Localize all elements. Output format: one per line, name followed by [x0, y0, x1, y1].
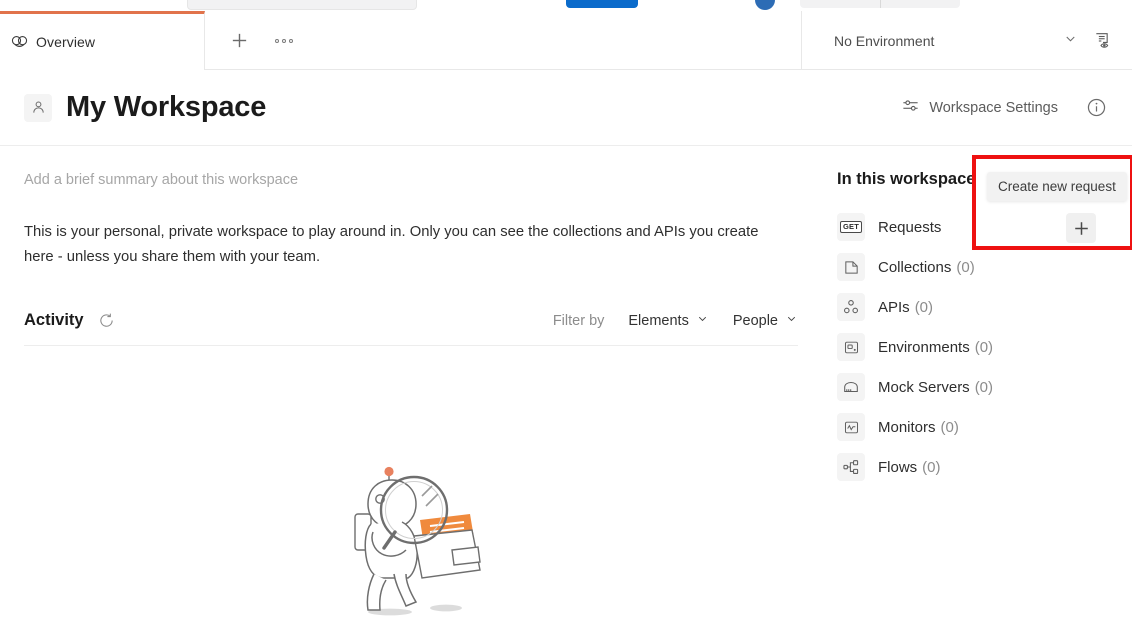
- sidebar-item-mock-servers[interactable]: Mock Servers (0): [835, 367, 1132, 407]
- sidebar-item-flows[interactable]: Flows (0): [835, 447, 1132, 487]
- sidebar-item-label: APIs: [878, 299, 910, 316]
- filter-by-label: Filter by: [553, 313, 605, 329]
- flows-nodes-icon: [837, 453, 865, 481]
- sidebar-item-count: (0): [915, 299, 933, 316]
- refresh-icon[interactable]: [97, 311, 117, 331]
- sidebar-item-environments[interactable]: Environments (0): [835, 327, 1132, 367]
- chevron-down-icon: [1063, 31, 1078, 51]
- create-new-request-button[interactable]: [1066, 213, 1096, 243]
- new-tab-button[interactable]: [224, 26, 254, 56]
- global-search-box[interactable]: [187, 0, 417, 10]
- main-content: Add a brief summary about this workspace…: [0, 146, 1132, 627]
- sidebar-item-count: (0): [975, 379, 993, 396]
- environment-selector[interactable]: No Environment: [828, 27, 1084, 55]
- upgrade-button[interactable]: [566, 0, 638, 8]
- ellipsis-icon: [275, 39, 293, 43]
- tab-actions: [206, 11, 802, 70]
- app-top-bar-cropped: [0, 0, 1132, 11]
- filter-people-label: People: [733, 313, 778, 329]
- sidebar-item-count: (0): [922, 459, 940, 476]
- astronaut-with-magnifying-glass-illustration: [348, 462, 500, 622]
- filter-elements-label: Elements: [628, 313, 688, 329]
- workspace-settings-label: Workspace Settings: [929, 100, 1058, 116]
- mock-server-icon: [837, 373, 865, 401]
- top-bar-divider: [880, 0, 881, 8]
- filter-elements-dropdown[interactable]: Elements: [628, 312, 708, 329]
- chevron-down-icon: [696, 312, 709, 329]
- page-title: My Workspace: [66, 91, 266, 124]
- monitor-pulse-icon: [837, 413, 865, 441]
- tab-bar: Overview No Environment: [0, 11, 1132, 70]
- person-icon: [24, 94, 52, 122]
- environment-icon: [837, 333, 865, 361]
- plus-icon: [1072, 219, 1091, 238]
- environment-selected-label: No Environment: [834, 33, 934, 49]
- tab-more-options-button[interactable]: [269, 26, 299, 56]
- sidebar-item-label: Monitors: [878, 419, 936, 436]
- workspace-header-actions: Workspace Settings: [895, 92, 1108, 123]
- get-method-icon: GET: [837, 213, 865, 241]
- environment-quick-look-icon[interactable]: [1090, 28, 1116, 54]
- sliders-icon: [901, 96, 920, 119]
- sidebar-item-label: Requests: [878, 219, 941, 236]
- filter-people-dropdown[interactable]: People: [733, 312, 798, 329]
- workspace-settings-button[interactable]: Workspace Settings: [895, 92, 1064, 123]
- sidebar-item-monitors[interactable]: Monitors (0): [835, 407, 1132, 447]
- workspace-description: This is your personal, private workspace…: [24, 220, 776, 271]
- overview-panel: Add a brief summary about this workspace…: [0, 146, 823, 627]
- sidebar-item-label: Collections: [878, 259, 951, 276]
- create-new-request-tooltip: Create new request: [987, 172, 1127, 201]
- sidebar-item-count: (0): [941, 419, 959, 436]
- collection-folder-icon: [837, 253, 865, 281]
- environment-area: No Environment: [803, 11, 1132, 70]
- activity-header: Activity Filter by Elements: [24, 311, 798, 346]
- info-circle-icon[interactable]: [1084, 96, 1108, 120]
- postman-overview-icon: [8, 31, 30, 53]
- sidebar-item-count: (0): [956, 259, 974, 276]
- workspace-summary-input[interactable]: Add a brief summary about this workspace: [24, 172, 799, 188]
- sidebar-item-count: (0): [975, 339, 993, 356]
- activity-filters: Filter by Elements People: [553, 312, 798, 329]
- postman-workspace-overview: Overview No Environment: [0, 0, 1132, 627]
- chevron-down-icon: [785, 312, 798, 329]
- activity-title: Activity: [24, 311, 84, 330]
- sidebar-item-label: Flows: [878, 459, 917, 476]
- plus-icon: [230, 31, 249, 50]
- sidebar-item-label: Environments: [878, 339, 970, 356]
- api-nodes-icon: [837, 293, 865, 321]
- workspace-header: My Workspace Workspace Settings: [0, 70, 1132, 146]
- user-avatar[interactable]: [755, 0, 775, 10]
- sidebar-item-label: Mock Servers: [878, 379, 970, 396]
- tab-overview-label: Overview: [36, 34, 95, 50]
- sidebar-item-apis[interactable]: APIs (0): [835, 287, 1132, 327]
- sidebar-item-collections[interactable]: Collections (0): [835, 247, 1132, 287]
- tab-overview[interactable]: Overview: [0, 11, 205, 70]
